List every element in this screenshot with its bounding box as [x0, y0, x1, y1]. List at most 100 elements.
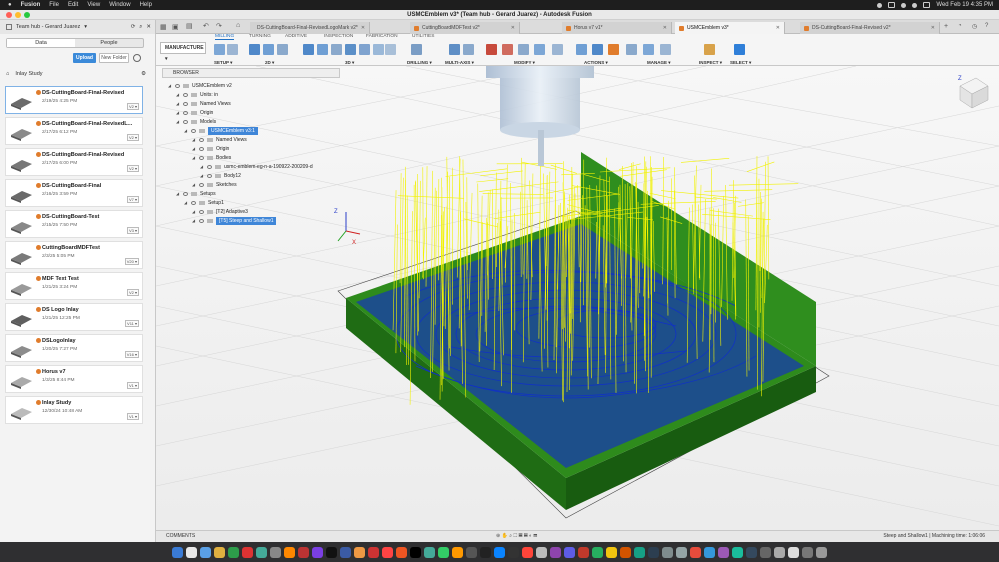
close-icon[interactable]: ✕ [511, 25, 515, 31]
close-icon[interactable]: ✕ [776, 25, 780, 31]
version-badge[interactable]: V11 ▾ [125, 320, 139, 327]
tree-models[interactable]: ◢ Models [176, 118, 216, 126]
dock-app-icon[interactable] [354, 546, 365, 558]
browser-panel-header[interactable]: BROWSER [162, 68, 340, 78]
3d-scallop-icon[interactable] [359, 44, 370, 55]
file-item[interactable]: DS-CuttingBoard-Final-Revised 2/19/25 4:2… [5, 86, 143, 114]
dock-app-icon[interactable] [242, 546, 253, 558]
grid-icon[interactable]: ▦ [160, 23, 167, 31]
dock-app-icon[interactable] [606, 546, 617, 558]
dock-app-icon[interactable] [256, 546, 267, 558]
tool-library-icon[interactable] [626, 44, 637, 55]
folder-options-icon[interactable]: ⚙ [141, 71, 146, 77]
dock-app-icon[interactable] [228, 546, 239, 558]
expand-chevron-icon[interactable]: ◢ [176, 118, 180, 126]
dock-app-icon[interactable] [718, 546, 729, 558]
home-icon[interactable]: ⌂ [6, 71, 9, 77]
2d-pocket-icon[interactable] [263, 44, 274, 55]
wifi-icon[interactable] [901, 2, 907, 8]
3d-pocket-icon[interactable] [317, 44, 328, 55]
dock-app-icon[interactable] [340, 546, 351, 558]
dock-app-icon[interactable] [382, 546, 393, 558]
version-badge[interactable]: V2 ▾ [126, 289, 139, 296]
tab-cuttingboard-logomark[interactable]: DS-CuttingBoard-Final-RevisedLogoMark v2… [250, 22, 370, 34]
tab-horus[interactable]: Horus v7 v1* ✕ [562, 22, 672, 34]
expand-chevron-icon[interactable]: ◢ [192, 217, 196, 225]
visibility-eye-icon[interactable] [183, 102, 188, 106]
visibility-eye-icon[interactable] [207, 174, 212, 178]
version-badge[interactable]: V16 ▾ [124, 351, 139, 358]
dock-app-icon[interactable] [564, 546, 575, 558]
gear-icon[interactable] [133, 54, 141, 62]
3d-parallel-icon[interactable] [345, 44, 356, 55]
tree-units[interactable]: ◢ Units: in [176, 91, 218, 99]
multi-axis-icon[interactable] [449, 44, 460, 55]
new-folder-button[interactable]: New Folder [99, 53, 129, 63]
close-icon[interactable]: ✕ [361, 25, 365, 31]
tab-cuttingboardmdftest[interactable]: CuttingBoardMDFTest v2* ✕ [410, 22, 520, 34]
expand-chevron-icon[interactable]: ◢ [168, 82, 172, 90]
close-icon[interactable]: ✕ [146, 24, 151, 30]
machine-library-icon[interactable] [660, 44, 671, 55]
dock-app-icon[interactable] [550, 546, 561, 558]
tree-root[interactable]: ◢ USMCEmblem v2 [168, 82, 232, 90]
2d-adaptive-icon[interactable] [249, 44, 260, 55]
job-status-icon[interactable]: ◷ [972, 23, 977, 30]
dock-app-icon[interactable] [676, 546, 687, 558]
ribbon-tab-additive[interactable]: ADDITIVE [285, 34, 307, 39]
extensions-icon[interactable]: ◔ [958, 23, 962, 29]
dock-app-icon[interactable] [578, 546, 589, 558]
dock-app-icon[interactable] [312, 546, 323, 558]
file-item[interactable]: DS Logo Inlay 1/21/25 12:25 PM V11 ▾ [5, 303, 143, 331]
visibility-eye-icon[interactable] [183, 111, 188, 115]
dock-app-icon[interactable] [760, 546, 771, 558]
version-badge[interactable]: V2 ▾ [126, 165, 139, 172]
close-icon[interactable]: ✕ [663, 25, 667, 31]
dock-app-icon[interactable] [732, 546, 743, 558]
menu-file[interactable]: File [49, 2, 59, 8]
dock-app-icon[interactable] [536, 546, 547, 558]
cut-icon[interactable] [486, 44, 497, 55]
file-item[interactable]: DS-CuttingBoard-Final-Revised 2/17/25 6:0… [5, 148, 143, 176]
save-icon[interactable]: ▣ [172, 23, 179, 31]
visibility-eye-icon[interactable] [199, 183, 204, 187]
visibility-eye-icon[interactable] [183, 120, 188, 124]
dock-app-icon[interactable] [396, 546, 407, 558]
version-badge[interactable]: V3 ▾ [126, 227, 139, 234]
3d-flat-icon[interactable] [373, 44, 384, 55]
expand-chevron-icon[interactable]: ◢ [184, 127, 188, 135]
battery-icon[interactable] [888, 2, 896, 8]
swarf-icon[interactable] [463, 44, 474, 55]
new-tab-icon[interactable]: + [944, 23, 948, 30]
expand-chevron-icon[interactable]: ◢ [176, 109, 180, 117]
visibility-eye-icon[interactable] [207, 165, 212, 169]
setup-sheet-action-icon[interactable] [608, 44, 619, 55]
version-badge[interactable]: V20 ▾ [124, 258, 139, 265]
file-item[interactable]: Horus v7 1/3/25 8:44 PM V1 ▾ [5, 365, 143, 393]
visibility-eye-icon[interactable] [199, 219, 204, 223]
dock-app-icon[interactable] [410, 546, 421, 558]
home-icon[interactable]: ⌂ [236, 22, 240, 29]
2d-contour-icon[interactable] [277, 44, 288, 55]
dock-app-icon[interactable] [634, 546, 645, 558]
ribbon-tab-inspection[interactable]: INSPECTION [324, 34, 353, 39]
breadcrumb-project[interactable]: Inlay Study [15, 71, 42, 77]
dock-app-icon[interactable] [508, 546, 519, 558]
visibility-eye-icon[interactable] [199, 156, 204, 160]
file-item[interactable]: MDF Text Test 1/21/25 3:24 PM V2 ▾ [5, 272, 143, 300]
ribbon-tab-turning[interactable]: TURNING [249, 34, 271, 39]
dock-app-icon[interactable] [802, 546, 813, 558]
view-cube[interactable]: Z [958, 76, 989, 109]
dock-app-icon[interactable] [662, 546, 673, 558]
version-badge[interactable]: V2 ▾ [126, 134, 139, 141]
dock-app-icon[interactable] [494, 546, 505, 558]
delete-toolpath-icon[interactable] [502, 44, 513, 55]
search-icon[interactable]: ⌕ [139, 24, 142, 31]
menu-view[interactable]: View [87, 2, 100, 8]
dock-app-icon[interactable] [424, 546, 435, 558]
3d-more-icon[interactable] [385, 44, 396, 55]
dock-app-icon[interactable] [746, 546, 757, 558]
version-badge[interactable]: V7 ▾ [126, 196, 139, 203]
dock-app-icon[interactable] [284, 546, 295, 558]
dock-app-icon[interactable] [788, 546, 799, 558]
